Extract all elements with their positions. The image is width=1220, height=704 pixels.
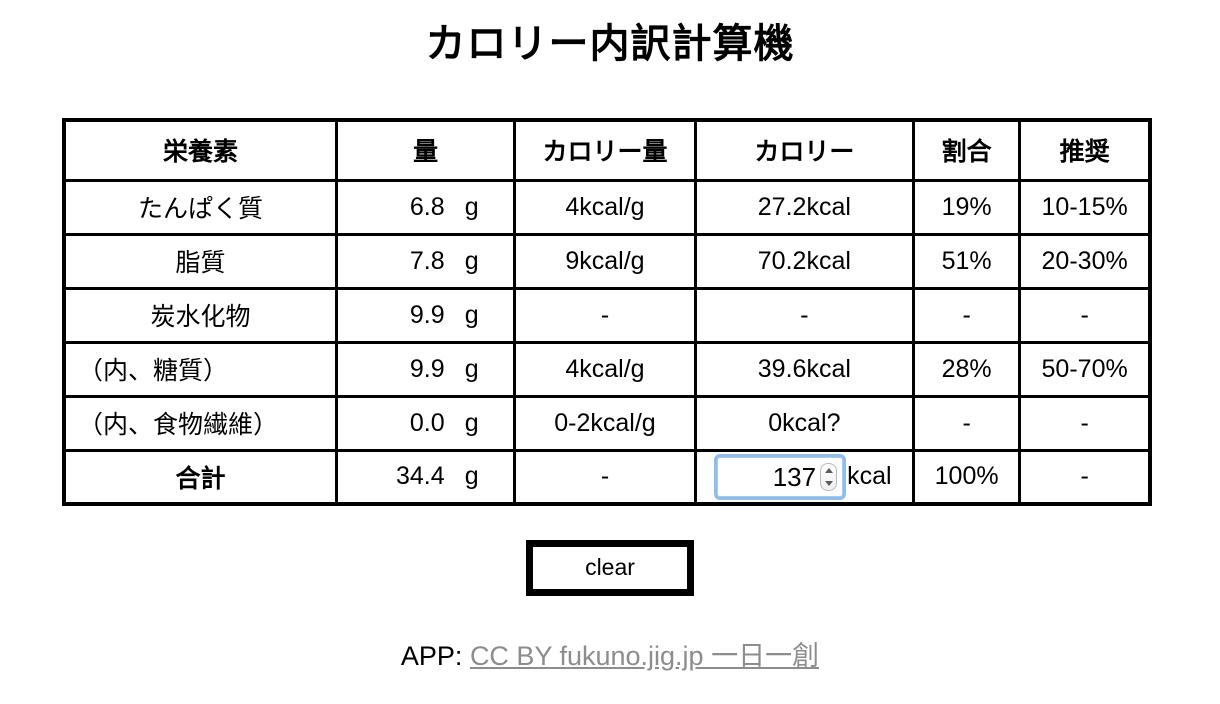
kcal-per-gram-value: 4kcal/g (513, 178, 697, 236)
ratio-value: - (912, 286, 1022, 344)
calories-value: - (693, 286, 916, 344)
amount-value: 9.9 (409, 300, 445, 329)
footer: APP: CC BY fukuno.jig.jp 一日一創 (0, 634, 1220, 673)
total-ratio-value: 100% (912, 448, 1022, 506)
amount-cell[interactable]: 7.8 g (334, 232, 517, 290)
clear-button[interactable]: clear (526, 540, 694, 596)
footer-prefix: APP: (400, 641, 470, 671)
amount-cell[interactable]: 9.9 g (334, 340, 517, 398)
nutrient-name: （内、食物繊維） (62, 394, 338, 452)
number-spinner[interactable] (820, 462, 838, 491)
calories-value: 0kcal? (693, 394, 916, 452)
kcal-per-gram-value: 4kcal/g (513, 340, 697, 398)
ratio-value: 28% (912, 340, 1022, 398)
amount-cell[interactable]: 9.9 g (334, 286, 517, 344)
total-recommended-value: - (1018, 448, 1152, 506)
amount-value: 7.8 (409, 246, 445, 275)
clear-button-wrapper: clear (0, 540, 1220, 596)
recommended-value: - (1018, 394, 1152, 452)
total-calories-cell: 137 kcal (693, 448, 916, 506)
amount-cell[interactable]: 6.8 g (334, 178, 517, 236)
nutrient-name: 炭水化物 (62, 286, 338, 344)
ratio-value: 51% (912, 232, 1022, 290)
table-row: 炭水化物 9.9 g - - - - (62, 286, 1152, 344)
recommended-value: - (1018, 286, 1152, 344)
column-header-kcal-per-gram: カロリー量 (513, 118, 697, 182)
table-row: たんぱく質 6.8 g 4kcal/g 27.2kcal 19% 10-15% (62, 178, 1152, 236)
total-amount-value: 34.4 (395, 462, 445, 491)
table-row: （内、糖質） 9.9 g 4kcal/g 39.6kcal 28% 50-70% (62, 340, 1152, 398)
column-header-ratio: 割合 (912, 118, 1022, 182)
nutrient-name: （内、糖質） (62, 340, 338, 398)
column-header-recommended: 推奨 (1018, 118, 1152, 182)
table-header-row: 栄養素 量 カロリー量 カロリー 割合 推奨 (62, 118, 1152, 182)
column-header-calories: カロリー (693, 118, 916, 182)
total-amount-cell: 34.4 g (334, 448, 517, 506)
amount-unit: g (464, 246, 479, 275)
calorie-breakdown-calculator-page: カロリー内訳計算機 栄養素 量 カロリー量 カロリー 割合 推奨 たんぱく質 6… (0, 0, 1220, 704)
kcal-per-gram-value: 0-2kcal/g (513, 394, 697, 452)
amount-value: 0.0 (409, 408, 445, 437)
page-title: カロリー内訳計算機 (425, 22, 795, 66)
amount-value: 6.8 (409, 192, 445, 221)
total-calories-input-value: 137 (772, 461, 817, 492)
table-row: （内、食物繊維） 0.0 g 0-2kcal/g 0kcal? - - (62, 394, 1152, 452)
amount-value: 9.9 (409, 354, 445, 383)
calories-value: 27.2kcal (693, 178, 916, 236)
recommended-value: 20-30% (1018, 232, 1152, 290)
amount-unit: g (464, 192, 479, 221)
recommended-value: 10-15% (1018, 178, 1152, 236)
recommended-value: 50-70% (1018, 340, 1152, 398)
table-row: 脂質 7.8 g 9kcal/g 70.2kcal 51% 20-30% (62, 232, 1152, 290)
total-label: 合計 (62, 448, 338, 506)
ratio-value: 19% (912, 178, 1022, 236)
total-amount-unit: g (464, 462, 479, 491)
amount-cell[interactable]: 0.0 g (334, 394, 517, 452)
total-kcal-per-gram-value: - (513, 448, 697, 506)
total-calories-input[interactable]: 137 (717, 456, 844, 497)
nutrient-name: 脂質 (62, 232, 338, 290)
ratio-value: - (912, 394, 1022, 452)
amount-unit: g (464, 408, 479, 437)
amount-unit: g (464, 354, 479, 383)
column-header-amount: 量 (334, 118, 517, 182)
kcal-per-gram-value: 9kcal/g (513, 232, 697, 290)
footer-credit-link[interactable]: CC BY fukuno.jig.jp 一日一創 (470, 641, 819, 671)
amount-unit: g (464, 300, 479, 329)
column-header-nutrient: 栄養素 (62, 118, 338, 182)
calories-value: 70.2kcal (693, 232, 916, 290)
nutrition-table-wrapper: 栄養素 量 カロリー量 カロリー 割合 推奨 たんぱく質 6.8 g 4kcal… (62, 118, 1152, 506)
table-total-row: 合計 34.4 g - 137 kcal 100% - (62, 448, 1152, 506)
kcal-per-gram-value: - (513, 286, 697, 344)
calories-value: 39.6kcal (693, 340, 916, 398)
spinner-down-icon[interactable] (824, 480, 833, 486)
spinner-up-icon[interactable] (824, 467, 833, 473)
nutrition-table: 栄養素 量 カロリー量 カロリー 割合 推奨 たんぱく質 6.8 g 4kcal… (62, 118, 1152, 506)
total-calories-unit: kcal (847, 462, 892, 491)
nutrient-name: たんぱく質 (62, 178, 338, 236)
